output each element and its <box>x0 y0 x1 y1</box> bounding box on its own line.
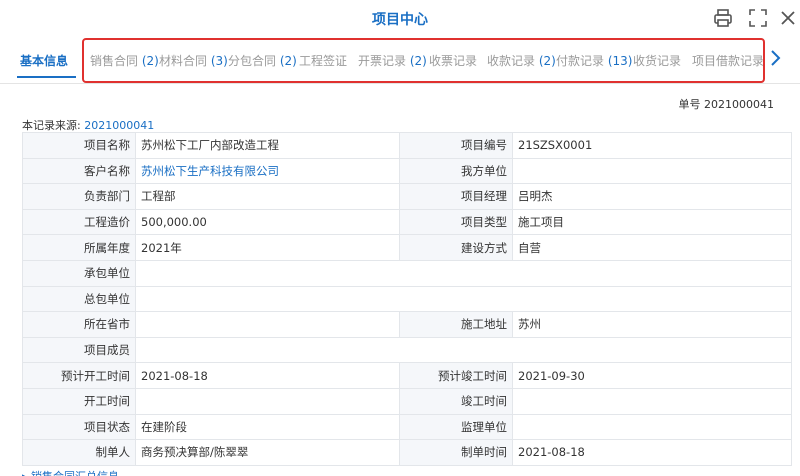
field-label: 建设方式 <box>399 234 513 261</box>
field-value: 苏州 <box>512 311 792 338</box>
record-source-link[interactable]: 2021000041 <box>84 119 154 132</box>
field-label: 制单时间 <box>399 439 513 466</box>
field-label: 预计竣工时间 <box>399 362 513 389</box>
field-label: 项目编号 <box>399 132 513 159</box>
table-row: 所属年度 2021年 建设方式 自营 <box>22 234 792 261</box>
field-label: 工程造价 <box>22 208 136 236</box>
field-label: 项目经理 <box>399 183 513 210</box>
field-label: 开工时间 <box>22 387 136 415</box>
project-center-window: 项目中心 基本信息 销售合同 (2) 材料合同 (3) 分包合同 (2) 工程签… <box>0 0 800 476</box>
table-row: 所在省市 施工地址 苏州 <box>22 311 792 338</box>
title-bar: 项目中心 <box>0 0 800 36</box>
active-tab-underline <box>17 76 76 78</box>
tabs-highlight-box <box>82 38 765 83</box>
field-label: 预计开工时间 <box>22 362 136 389</box>
field-label: 负责部门 <box>22 183 136 210</box>
table-row: 项目成员 <box>22 336 792 364</box>
table-row: 开工时间 竣工时间 <box>22 387 792 415</box>
document-number: 单号 2021000041 <box>678 98 774 111</box>
table-row: 客户名称 苏州松下生产科技有限公司 我方单位 <box>22 157 792 185</box>
field-value: 2021-08-18 <box>135 362 400 389</box>
table-row: 承包单位 <box>22 259 792 287</box>
field-value: 施工项目 <box>512 208 792 236</box>
field-label: 制单人 <box>22 439 136 466</box>
divider <box>0 83 800 84</box>
fullscreen-icon[interactable] <box>747 7 769 29</box>
table-row: 制单人 商务预决算部/陈翠翠 制单时间 2021-08-18 <box>22 439 792 466</box>
field-value <box>512 387 792 415</box>
field-value <box>135 336 792 364</box>
field-label: 所属年度 <box>22 234 136 261</box>
field-label: 项目类型 <box>399 208 513 236</box>
field-value <box>135 311 400 338</box>
field-label: 承包单位 <box>22 259 136 287</box>
window-title: 项目中心 <box>372 12 428 28</box>
record-source-label: 本记录来源: <box>22 119 81 132</box>
chevron-right-icon[interactable] <box>768 48 782 68</box>
field-value <box>135 259 792 287</box>
field-label: 客户名称 <box>22 157 136 185</box>
table-row: 预计开工时间 2021-08-18 预计竣工时间 2021-09-30 <box>22 362 792 389</box>
close-icon[interactable] <box>777 7 799 29</box>
field-value: 苏州松下工厂内部改造工程 <box>135 132 400 159</box>
field-label: 施工地址 <box>399 311 513 338</box>
table-row: 总包单位 <box>22 285 792 313</box>
field-label: 所在省市 <box>22 311 136 338</box>
field-value <box>512 157 792 185</box>
table-row: 负责部门 工程部 项目经理 吕明杰 <box>22 183 792 210</box>
field-value <box>135 285 792 313</box>
field-label: 竣工时间 <box>399 387 513 415</box>
field-label: 总包单位 <box>22 285 136 313</box>
field-value: 21SZSX0001 <box>512 132 792 159</box>
sales-contract-summary-toggle[interactable]: ▸ 销售合同汇总信息 <box>22 468 119 476</box>
table-row: 项目名称 苏州松下工厂内部改造工程 项目编号 21SZSX0001 <box>22 132 792 159</box>
field-value: 500,000.00 <box>135 208 400 236</box>
field-value <box>512 413 792 441</box>
field-value: 自营 <box>512 234 792 261</box>
table-row: 项目状态 在建阶段 监理单位 <box>22 413 792 441</box>
field-value: 工程部 <box>135 183 400 210</box>
project-info-table: 项目名称 苏州松下工厂内部改造工程 项目编号 21SZSX0001 客户名称 苏… <box>22 132 792 466</box>
field-label: 我方单位 <box>399 157 513 185</box>
field-value: 吕明杰 <box>512 183 792 210</box>
printer-icon[interactable] <box>712 7 734 29</box>
record-source: 本记录来源: 2021000041 <box>22 117 154 133</box>
field-label: 监理单位 <box>399 413 513 441</box>
field-value: 2021年 <box>135 234 400 261</box>
field-label: 项目名称 <box>22 132 136 159</box>
field-value: 商务预决算部/陈翠翠 <box>135 439 400 466</box>
field-label: 项目成员 <box>22 336 136 364</box>
field-value: 2021-08-18 <box>512 439 792 466</box>
field-value: 2021-09-30 <box>512 362 792 389</box>
field-label: 项目状态 <box>22 413 136 441</box>
tab-basic-info[interactable]: 基本信息 <box>20 52 68 69</box>
field-value <box>135 387 400 415</box>
field-value: 在建阶段 <box>135 413 400 441</box>
customer-link[interactable]: 苏州松下生产科技有限公司 <box>135 157 400 185</box>
table-row: 工程造价 500,000.00 项目类型 施工项目 <box>22 208 792 236</box>
